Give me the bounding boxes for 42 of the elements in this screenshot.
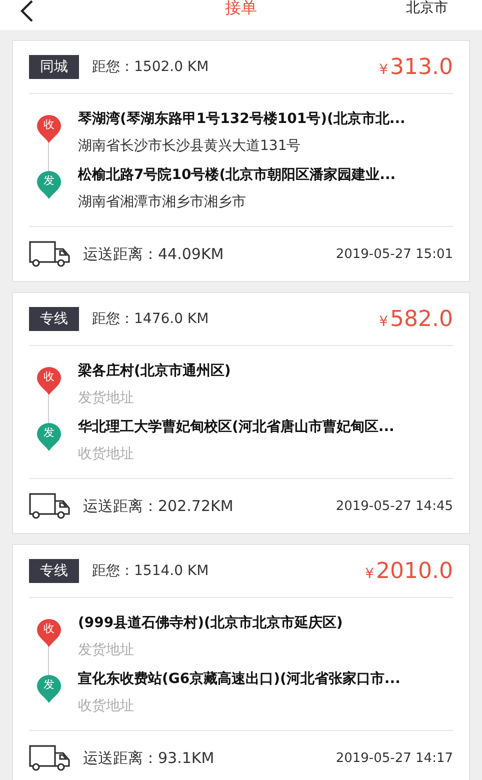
address-name: 松榆北路7号院10号楼(北京市朝阳区潘家园建业... — [78, 166, 396, 185]
order-type-tag: 专线 — [29, 307, 79, 331]
address-name: 梁各庄村(北京市通州区) — [78, 362, 231, 381]
order-type-tag: 同城 — [29, 55, 79, 79]
city-selector[interactable]: 北京市 — [406, 0, 448, 16]
price-text: ¥2010.0 — [365, 558, 453, 584]
pin-label: 发 — [42, 426, 56, 440]
address-detail: 收货地址 — [78, 445, 135, 464]
truck-icon — [29, 744, 71, 772]
order-time: 2019-05-27 14:17 — [336, 750, 453, 766]
pin-label: 收 — [42, 370, 56, 384]
truck-icon — [29, 492, 71, 520]
address-name: (999县道石佛寺村)(北京市北京市延庆区) — [78, 614, 343, 633]
pin-label: 发 — [42, 678, 56, 692]
address-detail: 湖南省长沙市长沙县黄兴大道131号 — [78, 137, 302, 156]
page-title: 接单 — [224, 0, 258, 16]
pin-label: 收 — [42, 622, 56, 636]
address-name: 华北理工大学曹妃甸校区(河北省唐山市曹妃甸区... — [78, 418, 394, 437]
address-name: 琴湖湾(琴湖东路甲1号132号楼101号)(北京市北... — [78, 110, 406, 129]
address-detail: 发货地址 — [78, 641, 135, 660]
price-text: ¥313.0 — [379, 54, 453, 80]
route-distance: 运送距离：202.72KM — [83, 496, 234, 516]
order-card[interactable]: 同城 距您：1502.0 KM ¥313.0 收 琴湖湾(琴湖东路甲1号132号楼101号)(北京市北... 湖南省长沙市长沙县黄兴大道131号 发 松榆北路7号院10号楼(北京市朝阳区潘家园建业... 湖南省湘潭市湘乡市湘乡市 运送距离：44.09KM 2019-05-27 15:01 — [12, 40, 470, 282]
distance-text: 距您：1514.0 KM — [92, 562, 209, 580]
pin-label: 发 — [42, 174, 56, 188]
price-text: ¥582.0 — [379, 306, 453, 332]
back-icon[interactable] — [20, 0, 34, 22]
route-distance: 运送距离：93.1KM — [83, 748, 214, 768]
order-card[interactable]: 专线 距您：1514.0 KM ¥2010.0 收 (999县道石佛寺村)(北京市北京市延庆区) 发货地址 发 宣化东收费站(G6京藏高速出口)(河北省张家口市... 收货地址 运送距离：93.1KM 2019-05-27 14:17 — [12, 544, 470, 780]
order-time: 2019-05-27 15:01 — [336, 246, 453, 262]
address-name: 宣化东收费站(G6京藏高速出口)(河北省张家口市... — [78, 670, 400, 689]
route-distance: 运送距离：44.09KM — [83, 244, 224, 264]
address-detail: 收货地址 — [78, 697, 135, 716]
address-detail: 发货地址 — [78, 389, 135, 408]
distance-text: 距您：1502.0 KM — [92, 58, 209, 76]
truck-icon — [29, 240, 71, 268]
order-card[interactable]: 专线 距您：1476.0 KM ¥582.0 收 梁各庄村(北京市通州区) 发货地址 发 华北理工大学曹妃甸校区(河北省唐山市曹妃甸区... 收货地址 运送距离：202.72KM 2019-05-27 14:45 — [12, 292, 470, 534]
address-detail: 湖南省湘潭市湘乡市湘乡市 — [78, 193, 247, 212]
pin-label: 收 — [42, 118, 56, 132]
order-type-tag: 专线 — [29, 559, 79, 583]
distance-text: 距您：1476.0 KM — [92, 310, 209, 328]
order-time: 2019-05-27 14:45 — [336, 498, 453, 514]
